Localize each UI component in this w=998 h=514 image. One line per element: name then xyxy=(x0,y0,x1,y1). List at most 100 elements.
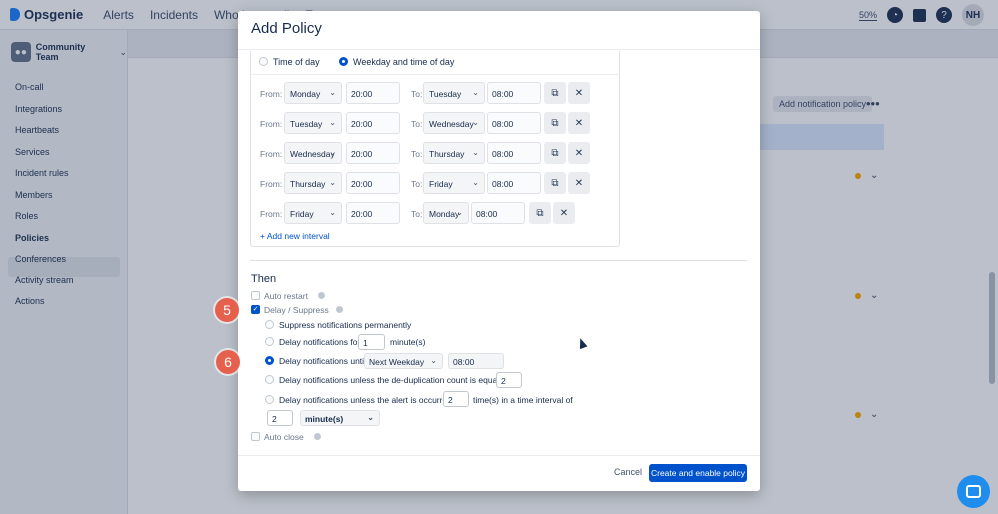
step-marker-6: 6 xyxy=(216,350,240,374)
to-time-input[interactable]: 08:00 xyxy=(487,112,541,134)
dedup-label: Delay notifications unless the de-duplic… xyxy=(279,375,509,385)
copy-icon[interactable]: ⧉ xyxy=(544,172,566,194)
weekday-time-radio[interactable] xyxy=(339,57,348,66)
to-day-value: Monday xyxy=(429,209,460,219)
time-options-divider xyxy=(250,74,620,75)
close-icon[interactable]: ✕ xyxy=(553,202,575,224)
close-icon[interactable]: ✕ xyxy=(568,112,590,134)
chevron-down-icon: ⌄ xyxy=(430,356,437,365)
delay-until-day-value: Next Weekday xyxy=(369,357,425,367)
chevron-down-icon: ⌄ xyxy=(472,118,479,127)
from-time-input[interactable]: 20:00 xyxy=(346,112,400,134)
interval-value-input[interactable]: 2 xyxy=(267,410,293,426)
auto-restart-checkbox[interactable] xyxy=(251,291,260,300)
to-day-select[interactable]: Friday ⌄ xyxy=(423,172,485,194)
add-new-interval-link[interactable]: + Add new interval xyxy=(260,231,330,241)
occurred-radio[interactable] xyxy=(265,395,274,404)
delay-until-day-select[interactable]: Next Weekday ⌄ xyxy=(364,353,443,369)
chevron-down-icon: ⌄ xyxy=(329,208,336,217)
from-label: From: xyxy=(260,119,283,129)
delay-for-input[interactable]: 1 xyxy=(358,334,385,350)
cancel-button[interactable]: Cancel xyxy=(614,467,642,477)
to-day-select[interactable]: Tuesday ⌄ xyxy=(423,82,485,104)
weekday-time-label: Weekday and time of day xyxy=(353,57,455,67)
chevron-down-icon: ⌄ xyxy=(329,148,336,157)
copy-icon[interactable]: ⧉ xyxy=(544,112,566,134)
interval-row: From: Monday ⌄ 20:00 To: Tuesday ⌄ 08:00 ⧉… xyxy=(250,82,620,106)
delay-for-unit: minute(s) xyxy=(390,337,426,347)
from-day-select[interactable]: Thursday ⌄ xyxy=(284,172,342,194)
to-day-select[interactable]: Monday ⌄ xyxy=(423,202,469,224)
from-day-value: Monday xyxy=(290,89,321,99)
delay-until-radio[interactable] xyxy=(265,356,274,365)
to-time-input[interactable]: 08:00 xyxy=(471,202,525,224)
help-icon[interactable] xyxy=(318,292,325,299)
section-divider xyxy=(250,260,747,261)
chevron-down-icon: ⌄ xyxy=(456,208,463,217)
to-time-input[interactable]: 08:00 xyxy=(487,82,541,104)
from-day-value: Wednesday xyxy=(290,149,335,159)
chevron-down-icon: ⌄ xyxy=(472,148,479,157)
copy-icon[interactable]: ⧉ xyxy=(544,82,566,104)
from-day-value: Thursday xyxy=(290,179,326,189)
page-scrollbar[interactable] xyxy=(989,272,995,384)
from-day-select[interactable]: Friday ⌄ xyxy=(284,202,342,224)
to-day-value: Friday xyxy=(429,179,453,189)
to-label: To: xyxy=(411,89,423,99)
chevron-down-icon: ⌄ xyxy=(367,413,374,422)
help-icon[interactable] xyxy=(336,306,343,313)
close-icon[interactable]: ✕ xyxy=(568,82,590,104)
time-of-day-radio[interactable] xyxy=(259,57,268,66)
chevron-down-icon: ⌄ xyxy=(472,178,479,187)
from-label: From: xyxy=(260,209,283,219)
to-label: To: xyxy=(411,179,423,189)
suppress-permanently-radio[interactable] xyxy=(265,320,274,329)
chat-icon xyxy=(966,485,981,498)
chevron-down-icon: ⌄ xyxy=(329,118,336,127)
auto-restart-label: Auto restart xyxy=(264,291,308,301)
delay-for-label: Delay notifications for xyxy=(279,337,361,347)
help-icon[interactable] xyxy=(314,433,321,440)
chevron-down-icon: ⌄ xyxy=(329,178,336,187)
to-label: To: xyxy=(411,209,423,219)
close-icon[interactable]: ✕ xyxy=(568,142,590,164)
dedup-radio[interactable] xyxy=(265,375,274,384)
from-day-select[interactable]: Monday ⌄ xyxy=(284,82,342,104)
to-time-input[interactable]: 08:00 xyxy=(487,142,541,164)
create-and-enable-policy-button[interactable]: Create and enable policy xyxy=(649,464,747,482)
from-day-select[interactable]: Wednesday ⌄ xyxy=(284,142,342,164)
from-time-input[interactable]: 20:00 xyxy=(346,82,400,104)
chat-launcher-button[interactable] xyxy=(957,475,990,508)
dedup-count-input[interactable]: 2 xyxy=(496,372,522,388)
to-day-value: Wednesday xyxy=(429,119,474,129)
interval-row: From: Wednesday ⌄ 20:00 To: Thursday ⌄ 08:… xyxy=(250,142,620,166)
from-time-input[interactable]: 20:00 xyxy=(346,202,400,224)
occurred-count-input[interactable]: 2 xyxy=(443,391,469,407)
auto-close-label: Auto close xyxy=(264,432,304,442)
modal-header-divider xyxy=(238,49,760,50)
to-label: To: xyxy=(411,119,423,129)
chevron-down-icon: ⌄ xyxy=(472,88,479,97)
interval-row: From: Friday ⌄ 20:00 To: Monday ⌄ 08:00 ⧉ … xyxy=(250,202,620,226)
from-time-input[interactable]: 20:00 xyxy=(346,142,400,164)
close-icon[interactable]: ✕ xyxy=(568,172,590,194)
time-of-day-label: Time of day xyxy=(273,57,320,67)
from-time-input[interactable]: 20:00 xyxy=(346,172,400,194)
copy-icon[interactable]: ⧉ xyxy=(544,142,566,164)
to-day-value: Tuesday xyxy=(429,89,462,99)
from-day-select[interactable]: Tuesday ⌄ xyxy=(284,112,342,134)
to-day-select[interactable]: Wednesday ⌄ xyxy=(423,112,485,134)
chevron-down-icon: ⌄ xyxy=(329,88,336,97)
copy-icon[interactable]: ⧉ xyxy=(529,202,551,224)
delay-suppress-checkbox[interactable]: ✓ xyxy=(251,305,260,314)
delay-until-time-input[interactable]: 08:00 xyxy=(448,353,504,369)
add-policy-modal: Add Policy Time of day Weekday and time … xyxy=(238,11,760,491)
auto-close-checkbox[interactable] xyxy=(251,432,260,441)
to-day-select[interactable]: Thursday ⌄ xyxy=(423,142,485,164)
step-marker-5: 5 xyxy=(215,298,239,322)
from-day-value: Friday xyxy=(290,209,314,219)
interval-unit-select[interactable]: minute(s) ⌄ xyxy=(300,410,380,426)
delay-for-radio[interactable] xyxy=(265,337,274,346)
to-time-input[interactable]: 08:00 xyxy=(487,172,541,194)
from-label: From: xyxy=(260,149,283,159)
